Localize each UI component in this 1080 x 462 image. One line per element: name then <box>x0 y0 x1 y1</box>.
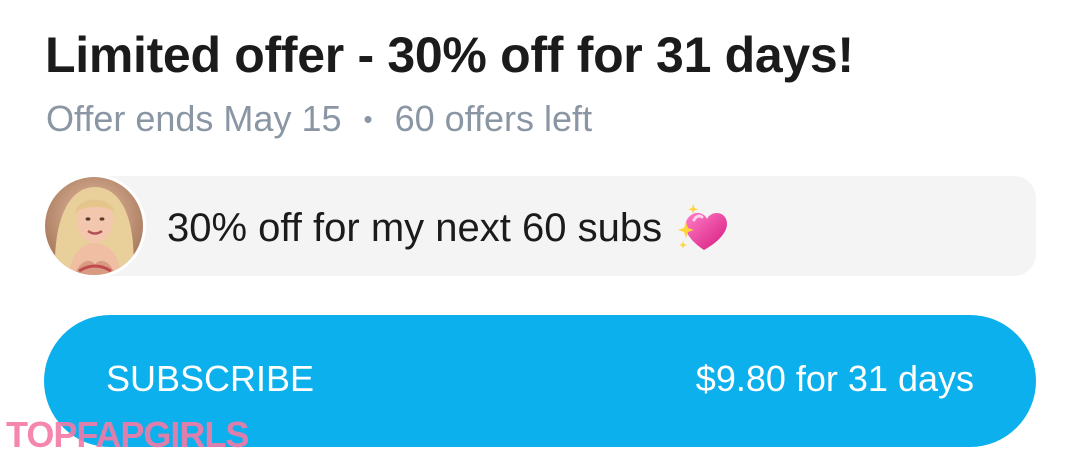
subscribe-price: $9.80 for 31 days <box>695 358 974 399</box>
promo-message-text: 30% off for my next 60 subs <box>167 205 663 250</box>
avatar-photo-icon <box>45 177 143 275</box>
sparkling-heart-icon <box>674 200 730 256</box>
promo-message: 30% off for my next 60 subs <box>167 200 730 256</box>
avatar[interactable] <box>42 174 146 278</box>
subscribe-label: SUBSCRIBE <box>106 358 315 399</box>
offers-left-text: 60 offers left <box>394 98 593 139</box>
avatar-image <box>45 177 143 275</box>
offer-ends-text: Offer ends May 15 <box>46 98 342 139</box>
meta-separator: • <box>363 103 373 134</box>
offer-meta: Offer ends May 15 • 60 offers left <box>46 98 592 140</box>
offer-title: Limited offer - 30% off for 31 days! <box>45 27 854 83</box>
watermark-logo: TOPFAPGIRLS <box>6 414 249 455</box>
